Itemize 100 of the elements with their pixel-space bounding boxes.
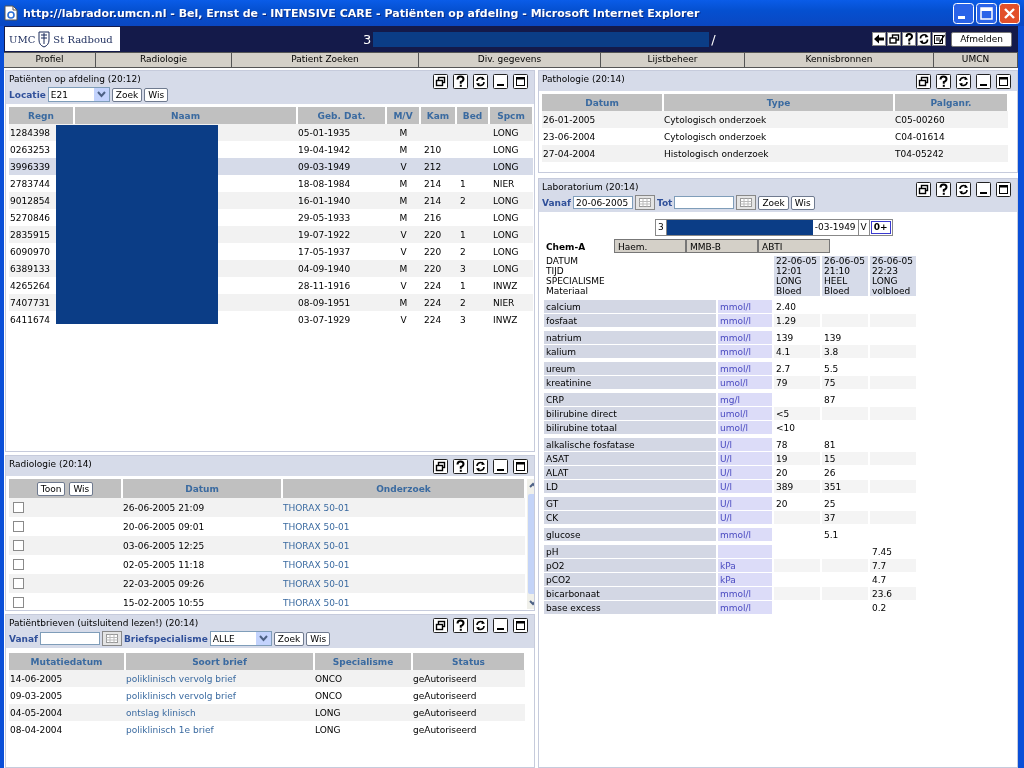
table-cell: 09-03-2005	[9, 687, 125, 704]
calendar-button[interactable]	[634, 195, 655, 210]
button[interactable]: Toon	[36, 481, 66, 496]
table-cell: Histologisch onderzoek	[663, 145, 894, 162]
lab-tab[interactable]: ABTI	[758, 239, 830, 253]
back-icon[interactable]	[872, 32, 887, 46]
exam-link[interactable]: THORAX 50-01	[283, 540, 350, 551]
nav-tab[interactable]: Radiologie	[96, 52, 232, 67]
help-icon[interactable]	[936, 74, 951, 89]
button[interactable]: Wis	[790, 195, 815, 210]
lab-tab[interactable]: Haem.	[614, 239, 686, 253]
button[interactable]: Wis	[144, 87, 169, 102]
date-field[interactable]: 20-06-2005	[572, 196, 633, 209]
restore-icon[interactable]	[916, 182, 931, 197]
logout-button[interactable]: Afmelden	[951, 31, 1012, 47]
table-cell: 03-06-2005 12:25	[122, 536, 282, 555]
exam-link[interactable]: THORAX 50-01	[283, 559, 350, 570]
test-name: fosfaat	[544, 314, 716, 327]
refresh-icon[interactable]	[473, 459, 488, 474]
help-icon[interactable]	[936, 182, 951, 197]
column-header[interactable]: M/V	[386, 107, 420, 124]
maximize-icon[interactable]	[996, 182, 1011, 197]
chevron-down-icon[interactable]	[255, 632, 271, 645]
nav-tab[interactable]: Profiel	[4, 52, 96, 67]
table-cell: M	[386, 260, 420, 277]
row-label: TIJD	[546, 266, 565, 276]
calendar-button[interactable]	[101, 631, 122, 646]
checkbox[interactable]	[13, 578, 24, 589]
nav-tab[interactable]: UMCN	[934, 52, 1018, 67]
minimize-icon[interactable]	[976, 74, 991, 89]
letter-link[interactable]: poliklinisch 1e brief	[126, 724, 214, 735]
checkbox[interactable]	[13, 597, 24, 608]
button[interactable]: Zoek	[111, 87, 143, 102]
table-cell: 389	[774, 480, 820, 493]
date-field[interactable]	[674, 196, 735, 209]
help-icon[interactable]	[902, 32, 917, 46]
maximize-icon[interactable]	[513, 74, 528, 89]
maximize-button[interactable]	[976, 2, 997, 24]
button[interactable]: Wis	[306, 631, 331, 646]
field-label: Tot	[656, 197, 673, 208]
nav-tab[interactable]: Patient Zoeken	[232, 52, 419, 67]
restore-icon[interactable]	[433, 618, 448, 633]
checkbox[interactable]	[13, 521, 24, 532]
chevron-down-icon[interactable]	[93, 88, 109, 101]
refresh-icon[interactable]	[473, 74, 488, 89]
exam-link[interactable]: THORAX 50-01	[283, 578, 350, 589]
restore-icon[interactable]	[433, 459, 448, 474]
help-icon[interactable]	[453, 459, 468, 474]
table-cell: 18-08-1984	[297, 175, 386, 192]
note-edit-icon[interactable]	[932, 32, 947, 46]
help-icon[interactable]	[453, 74, 468, 89]
lab-tab[interactable]: MMB-B	[686, 239, 758, 253]
checkbox[interactable]	[13, 540, 24, 551]
table-cell-text: 26	[823, 466, 837, 479]
button[interactable]: Zoek	[273, 631, 305, 646]
minimize-icon[interactable]	[976, 182, 991, 197]
table-cell-text: 2.7	[775, 362, 792, 375]
column-header[interactable]: Soort brief	[125, 653, 314, 670]
nav-tab[interactable]: Kennisbronnen	[745, 52, 934, 67]
test-name: glucose	[544, 528, 716, 541]
calendar-button[interactable]	[736, 195, 757, 210]
restore-icon[interactable]	[916, 74, 931, 89]
minimize-icon[interactable]	[493, 618, 508, 633]
button[interactable]: Zoek	[758, 195, 789, 210]
checkbox[interactable]	[13, 502, 24, 513]
restore-icon[interactable]	[433, 74, 448, 89]
specialism-select[interactable]: ALLE	[209, 631, 272, 646]
nav-tab[interactable]: Div. gegevens	[419, 52, 601, 67]
maximize-icon[interactable]	[513, 618, 528, 633]
exam-link[interactable]: THORAX 50-01	[283, 597, 350, 608]
nav-tab[interactable]: Lijstbeheer	[601, 52, 745, 67]
unit-cell: U/l	[718, 452, 772, 465]
date-field[interactable]	[39, 632, 100, 645]
help-icon[interactable]	[453, 618, 468, 633]
exam-link[interactable]: THORAX 50-01	[283, 502, 350, 513]
minimize-icon[interactable]	[493, 74, 508, 89]
minimize-button[interactable]	[953, 2, 974, 24]
location-select[interactable]: E21	[47, 87, 110, 102]
refresh-icon[interactable]	[956, 74, 971, 89]
restore-icon[interactable]	[887, 32, 902, 46]
exam-link[interactable]: THORAX 50-01	[283, 521, 350, 532]
maximize-icon[interactable]	[996, 74, 1011, 89]
field-label: Vanaf	[9, 633, 38, 644]
checkbox[interactable]	[13, 559, 24, 570]
refresh-icon[interactable]	[917, 32, 932, 46]
refresh-icon[interactable]	[956, 182, 971, 197]
refresh-icon[interactable]	[473, 618, 488, 633]
table-cell: LONG	[489, 141, 533, 158]
minimize-icon[interactable]	[493, 459, 508, 474]
unit-cell: mmol/l	[718, 528, 772, 541]
test-name: ureum	[544, 362, 716, 375]
table-cell: 28-11-1916	[297, 277, 386, 294]
maximize-icon[interactable]	[513, 459, 528, 474]
letter-link[interactable]: poliklinisch vervolg brief	[126, 690, 236, 701]
table-cell-text: 5.1	[823, 528, 840, 541]
close-button[interactable]	[999, 2, 1020, 24]
table-cell-text: 4.7	[871, 573, 888, 586]
test-name: kreatinine	[544, 376, 716, 389]
button[interactable]: Wis	[69, 481, 94, 496]
unit-cell: mmol/l	[718, 314, 772, 327]
